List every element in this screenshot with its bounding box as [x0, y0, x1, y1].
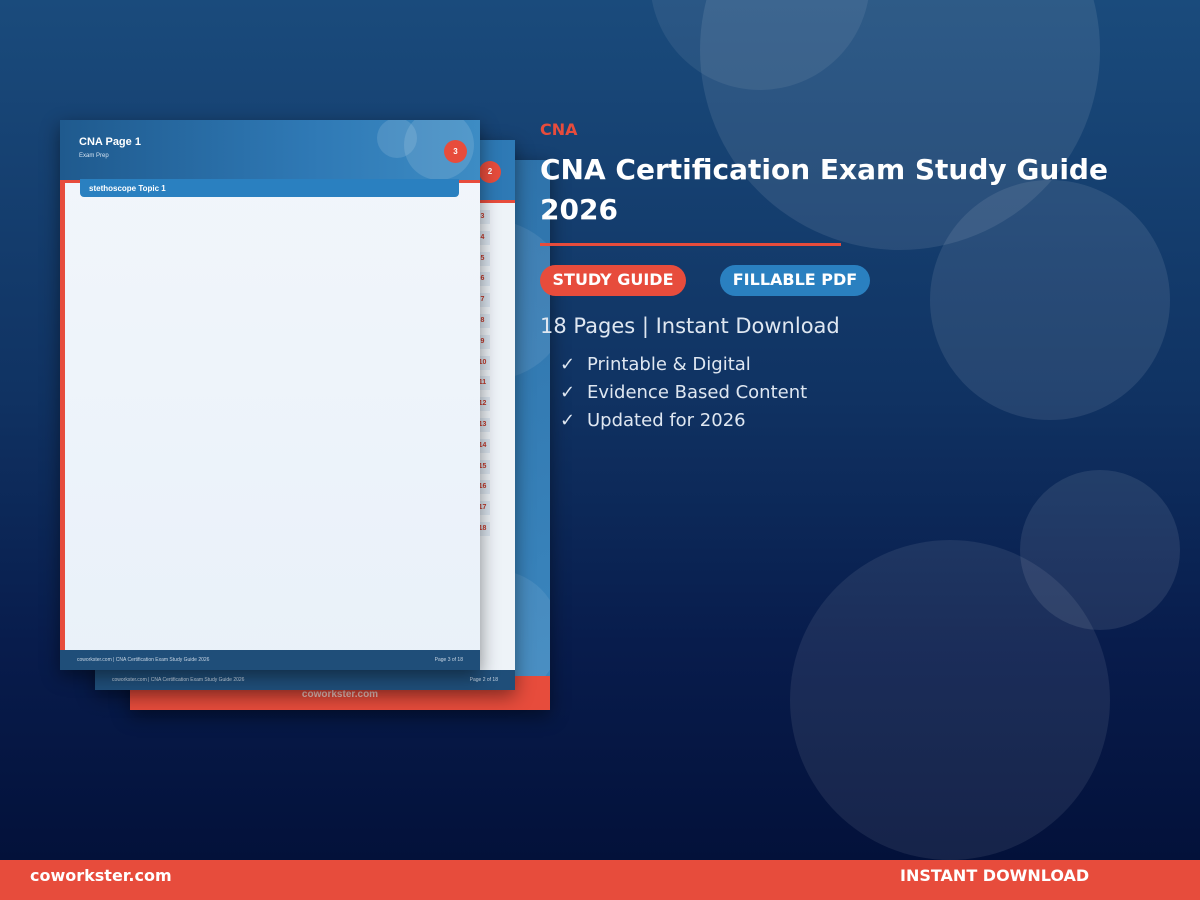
decor-circle — [790, 540, 1110, 860]
page-title: CNA Page 1 — [79, 136, 141, 148]
page-count-summary: 18 Pages | Instant Download — [540, 314, 840, 338]
accent-bar — [60, 180, 65, 651]
instant-download-button[interactable]: INSTANT DOWNLOAD — [900, 860, 1089, 891]
feature-item: ✓ Evidence Based Content — [560, 382, 960, 403]
topic-header: stethoscope Topic 1 — [80, 179, 459, 197]
footer-bar: coworkster.com INSTANT DOWNLOAD — [0, 860, 1200, 900]
fillable-pdf-badge: FILLABLE PDF — [720, 265, 870, 296]
site-name[interactable]: coworkster.com — [30, 860, 172, 891]
feature-text: Evidence Based Content — [587, 382, 808, 403]
feature-text: Updated for 2026 — [587, 410, 746, 431]
feature-item: ✓ Updated for 2026 — [560, 410, 960, 431]
study-guide-badge: STUDY GUIDE — [540, 265, 686, 296]
feature-item: ✓ Printable & Digital — [560, 354, 960, 375]
footer-right: Page 2 of 18 — [469, 677, 498, 683]
footer-right: Page 3 of 18 — [434, 657, 463, 663]
page-footer: coworkster.com | CNA Certification Exam … — [95, 670, 515, 690]
page-header: CNA Page 1 Exam Prep 3 — [60, 120, 480, 183]
footer-left: coworkster.com | CNA Certification Exam … — [112, 677, 245, 683]
check-icon: ✓ — [560, 410, 576, 431]
preview-page-front: CNA Page 1 Exam Prep 3 stethoscope Topic… — [60, 120, 480, 670]
title-divider — [540, 243, 841, 246]
footer-left: coworkster.com | CNA Certification Exam … — [77, 657, 210, 663]
page-number-badge: 3 — [444, 140, 467, 163]
feature-text: Printable & Digital — [587, 354, 751, 375]
page-footer: coworkster.com | CNA Certification Exam … — [60, 650, 480, 670]
page-number-badge: 2 — [479, 161, 501, 183]
check-icon: ✓ — [560, 354, 576, 375]
category-label: CNA — [540, 120, 578, 139]
check-icon: ✓ — [560, 382, 576, 403]
page-subtitle: Exam Prep — [79, 153, 109, 159]
product-title: CNA Certification Exam Study Guide 2026 — [540, 153, 1108, 226]
